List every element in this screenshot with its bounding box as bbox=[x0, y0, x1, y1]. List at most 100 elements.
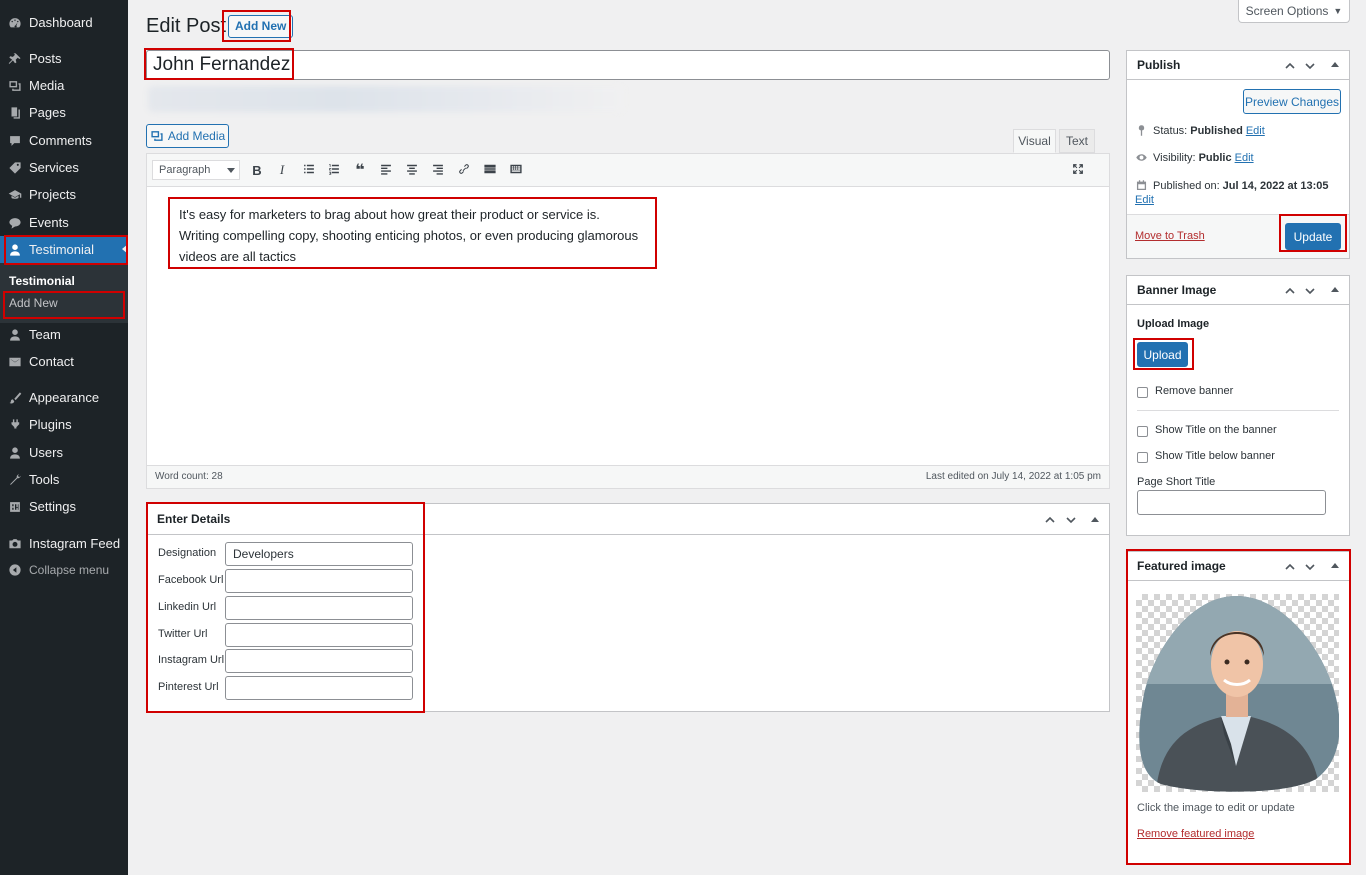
add-media-button[interactable]: Add Media bbox=[146, 124, 229, 148]
screen-options-button[interactable]: Screen Options ▼ bbox=[1238, 0, 1350, 23]
update-button[interactable]: Update bbox=[1285, 223, 1341, 250]
collapse-menu-button[interactable]: Collapse menu bbox=[0, 556, 128, 583]
sidebar-item-tools[interactable]: Tools bbox=[0, 466, 128, 493]
last-edited: Last edited on July 14, 2022 at 1:05 pm bbox=[925, 471, 1101, 482]
fullscreen-button[interactable] bbox=[1067, 160, 1089, 180]
sidebar-item-contact[interactable]: Contact bbox=[0, 348, 128, 375]
sidebar-item-label: Tools bbox=[29, 472, 60, 487]
sidebar-item-media[interactable]: Media bbox=[0, 72, 128, 99]
move-up-icon[interactable] bbox=[1283, 59, 1297, 73]
sidebar-item-team[interactable]: Team bbox=[0, 321, 128, 348]
tab-text[interactable]: Text bbox=[1059, 129, 1095, 153]
sidebar-item-posts[interactable]: Posts bbox=[0, 45, 128, 72]
portfolio-icon bbox=[8, 188, 22, 202]
divider bbox=[1137, 410, 1339, 411]
instagram-url-input[interactable] bbox=[225, 649, 413, 673]
facebook-url-input[interactable] bbox=[225, 569, 413, 593]
sidebar-item-label: Appearance bbox=[29, 390, 100, 405]
move-down-icon[interactable] bbox=[1064, 513, 1078, 527]
sidebar-item-projects[interactable]: Projects bbox=[0, 181, 128, 208]
add-new-button[interactable]: Add New bbox=[228, 15, 294, 38]
post-title-input[interactable]: John Fernandez bbox=[146, 50, 1110, 80]
twitter-url-label: Twitter Url bbox=[158, 628, 208, 640]
visibility-value: Public bbox=[1198, 151, 1232, 164]
status-label: Status: bbox=[1153, 124, 1188, 137]
post-content[interactable]: It's easy for marketers to brag about ho… bbox=[179, 204, 639, 267]
sidebar-item-label: Projects bbox=[29, 187, 76, 202]
sidebar-item-dashboard[interactable]: Dashboard bbox=[0, 9, 128, 36]
align-center-button[interactable] bbox=[401, 160, 423, 180]
linkedin-url-input[interactable] bbox=[225, 596, 413, 620]
show-title-below-banner-checkbox[interactable] bbox=[1137, 452, 1148, 463]
publish-actions: Move to Trash Update bbox=[1127, 214, 1349, 258]
read-more-button[interactable] bbox=[479, 160, 501, 180]
move-up-icon[interactable] bbox=[1043, 513, 1057, 527]
sidebar-item-events[interactable]: Events bbox=[0, 209, 128, 236]
permalink-blurred bbox=[148, 86, 624, 112]
sidebar-item-services[interactable]: Services bbox=[0, 154, 128, 181]
sidebar-item-label: Testimonial bbox=[29, 242, 95, 257]
submenu-heading[interactable]: Testimonial bbox=[9, 274, 75, 288]
pinterest-url-input[interactable] bbox=[225, 676, 413, 700]
move-up-icon[interactable] bbox=[1283, 284, 1297, 298]
insert-link-button[interactable] bbox=[453, 160, 475, 180]
sidebar-item-pages[interactable]: Pages bbox=[0, 99, 128, 126]
move-up-icon[interactable] bbox=[1283, 560, 1297, 574]
media-icon bbox=[8, 79, 22, 93]
sidebar-item-label: Media bbox=[29, 78, 65, 93]
toggle-panel-icon[interactable] bbox=[1331, 62, 1339, 67]
sidebar-item-settings[interactable]: Settings bbox=[0, 493, 128, 520]
settings-icon bbox=[8, 500, 22, 514]
move-down-icon[interactable] bbox=[1303, 560, 1317, 574]
twitter-url-input[interactable] bbox=[225, 623, 413, 647]
designation-input[interactable]: Developers bbox=[225, 542, 413, 566]
format-select[interactable]: Paragraph bbox=[152, 160, 240, 180]
remove-banner-checkbox[interactable] bbox=[1137, 387, 1148, 398]
editor-toolbar: Paragraph B I ❝ bbox=[147, 154, 1109, 187]
edit-date-link[interactable]: Edit bbox=[1135, 194, 1154, 206]
move-to-trash-link[interactable]: Move to Trash bbox=[1135, 230, 1205, 242]
show-title-on-banner-checkbox[interactable] bbox=[1137, 426, 1148, 437]
page-title: Edit Post bbox=[146, 15, 227, 37]
bullet-list-button[interactable] bbox=[298, 160, 320, 180]
blockquote-button[interactable]: ❝ bbox=[349, 160, 371, 180]
sidebar-item-appearance[interactable]: Appearance bbox=[0, 384, 128, 411]
toggle-panel-icon[interactable] bbox=[1331, 287, 1339, 292]
align-left-button[interactable] bbox=[375, 160, 397, 180]
show-title-on-banner-label: Show Title on the banner bbox=[1155, 424, 1277, 436]
tab-visual[interactable]: Visual bbox=[1013, 129, 1056, 153]
fullscreen-icon bbox=[1071, 162, 1085, 179]
brush-icon bbox=[8, 391, 22, 405]
edit-visibility-link[interactable]: Edit bbox=[1235, 152, 1254, 164]
sidebar-item-instagram-feed[interactable]: Instagram Feed bbox=[0, 530, 128, 557]
move-down-icon[interactable] bbox=[1303, 284, 1317, 298]
wrench-icon bbox=[8, 473, 22, 487]
toggle-panel-icon[interactable] bbox=[1331, 563, 1339, 568]
italic-button[interactable]: I bbox=[271, 160, 293, 180]
sidebar-item-label: Settings bbox=[29, 499, 76, 514]
upload-image-label: Upload Image bbox=[1137, 318, 1210, 330]
numbered-list-button[interactable] bbox=[323, 160, 345, 180]
sidebar-item-label: Contact bbox=[29, 354, 74, 369]
edit-status-link[interactable]: Edit bbox=[1246, 125, 1265, 137]
pages-icon bbox=[8, 106, 22, 120]
submenu-add-new[interactable]: Add New bbox=[9, 296, 58, 310]
sidebar-item-plugins[interactable]: Plugins bbox=[0, 411, 128, 438]
page-short-title-input[interactable] bbox=[1137, 490, 1326, 515]
upload-button[interactable]: Upload bbox=[1137, 342, 1188, 367]
sidebar-item-label: Instagram Feed bbox=[29, 536, 121, 551]
sidebar-item-testimonial[interactable]: Testimonial bbox=[0, 236, 128, 263]
preview-changes-button[interactable]: Preview Changes bbox=[1243, 89, 1341, 114]
sidebar-item-label: Events bbox=[29, 215, 69, 230]
bold-button[interactable]: B bbox=[246, 160, 268, 180]
toolbar-toggle-button[interactable] bbox=[505, 160, 527, 180]
editor-statusbar: Word count: 28 Last edited on July 14, 2… bbox=[147, 465, 1109, 488]
sidebar-item-comments[interactable]: Comments bbox=[0, 127, 128, 154]
align-right-button[interactable] bbox=[427, 160, 449, 180]
publish-header: Publish bbox=[1127, 51, 1349, 80]
remove-featured-image-link[interactable]: Remove featured image bbox=[1137, 828, 1254, 840]
sidebar-item-users[interactable]: Users bbox=[0, 439, 128, 466]
move-down-icon[interactable] bbox=[1303, 59, 1317, 73]
featured-image[interactable] bbox=[1136, 594, 1339, 792]
toggle-panel-icon[interactable] bbox=[1091, 517, 1099, 522]
